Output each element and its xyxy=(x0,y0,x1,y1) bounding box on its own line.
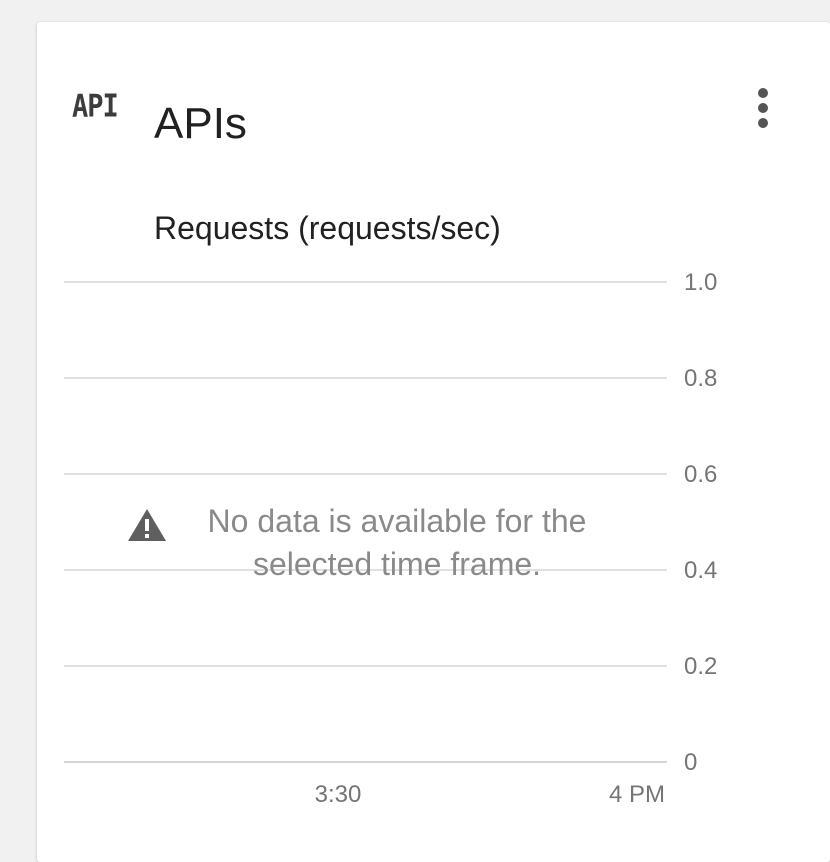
apis-card: API APIs Requests (requests/sec) 1.0 0.8 0… xyxy=(37,22,830,862)
x-tick-label: 4 PM xyxy=(609,781,665,808)
y-tick-label: 0.6 xyxy=(684,461,717,488)
y-tick-label: 1.0 xyxy=(684,269,717,296)
y-tick-label: 0.2 xyxy=(684,653,717,680)
warning-icon xyxy=(128,509,166,541)
y-tick-label: 0.4 xyxy=(684,557,717,584)
y-tick-label: 0.8 xyxy=(684,365,717,392)
y-tick-label: 0 xyxy=(684,749,697,776)
no-data-message: No data is available for the selected ti… xyxy=(207,503,587,582)
requests-chart: 1.0 0.8 0.6 0.4 0.2 0 3:30 4 PM xyxy=(64,269,717,808)
x-tick-label: 3:30 xyxy=(315,781,362,808)
